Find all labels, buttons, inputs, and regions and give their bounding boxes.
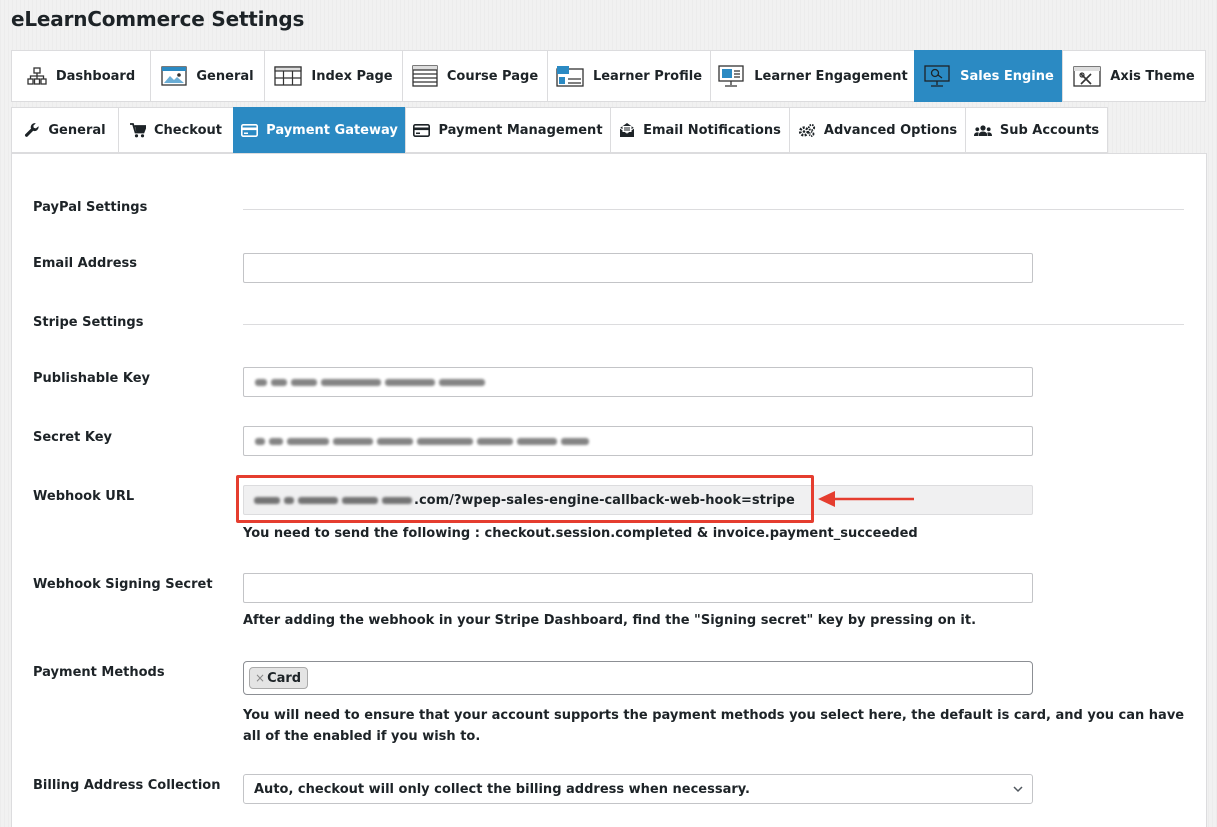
secret-key-redacted (255, 426, 589, 456)
publishable-key-label: Publishable Key (33, 371, 151, 386)
tab-label: Course Page (446, 68, 539, 84)
tab-label: Dashboard (55, 68, 136, 84)
payment-methods-label: Payment Methods (33, 665, 165, 680)
tab-learner-engagement[interactable]: Learner Engagement (710, 50, 914, 102)
sub-tab-bar: General Checkout Payment Gateway Payment… (11, 107, 1108, 153)
secret-key-label: Secret Key (33, 430, 112, 445)
window-image-icon (161, 66, 188, 86)
theme-tools-icon (1073, 65, 1101, 87)
signing-secret-input[interactable] (243, 573, 1033, 603)
payment-method-tag-card: × Card (249, 667, 309, 689)
tab-dashboard[interactable]: Dashboard (11, 50, 150, 102)
wrench-icon (24, 122, 40, 138)
profile-layout-icon (556, 65, 584, 87)
webhook-url-label: Webhook URL (33, 489, 135, 504)
tab-label: Learner Profile (592, 68, 703, 84)
billing-address-value: Auto, checkout will only collect the bil… (254, 781, 750, 797)
subtab-payment-management[interactable]: Payment Management (405, 107, 610, 153)
credit-card-icon (413, 123, 431, 137)
tab-label: Advanced Options (823, 122, 958, 138)
main-tab-bar: Dashboard General Index Page Course Page… (11, 50, 1206, 102)
tab-course-page[interactable]: Course Page (402, 50, 547, 102)
highlight-box (236, 475, 814, 523)
tab-learner-profile[interactable]: Learner Profile (547, 50, 710, 102)
tab-label: Checkout (153, 122, 222, 138)
tab-label: Axis Theme (1110, 68, 1195, 84)
tab-general[interactable]: General (150, 50, 264, 102)
signing-secret-help-text: After adding the webhook in your Stripe … (243, 613, 977, 628)
divider (243, 324, 1184, 325)
cogs-icon (798, 123, 816, 137)
billing-address-label: Billing Address Collection (33, 778, 221, 793)
tab-label: General (196, 68, 254, 84)
tab-label: Index Page (311, 68, 393, 84)
envelope-open-icon (619, 122, 635, 138)
billing-address-select[interactable]: Auto, checkout will only collect the bil… (243, 774, 1033, 804)
tab-label: Payment Management (438, 122, 603, 138)
tab-label: Email Notifications (643, 122, 781, 138)
subtab-email-notifications[interactable]: Email Notifications (610, 107, 789, 153)
list-layout-icon (412, 65, 438, 87)
tab-label: Sub Accounts (999, 122, 1100, 138)
grid-layout-icon (274, 66, 303, 86)
subtab-checkout[interactable]: Checkout (118, 107, 233, 153)
sitemap-icon (27, 67, 47, 85)
remove-tag-icon[interactable]: × (255, 671, 265, 685)
signing-secret-label: Webhook Signing Secret (33, 577, 213, 592)
tab-label: Payment Gateway (266, 122, 398, 138)
subtab-general[interactable]: General (11, 107, 118, 153)
annotation-arrow-icon (818, 491, 914, 507)
stripe-settings-heading: Stripe Settings (33, 315, 144, 330)
payment-methods-select[interactable]: × Card (243, 661, 1033, 695)
tab-label: Learner Engagement (754, 68, 908, 84)
webhook-help-text: You need to send the following : checkou… (243, 526, 918, 541)
payment-methods-help-text: You will need to ensure that your accoun… (243, 708, 1185, 744)
chevron-down-icon (1013, 786, 1023, 793)
divider (243, 209, 1184, 210)
tab-index-page[interactable]: Index Page (264, 50, 402, 102)
subtab-sub-accounts[interactable]: Sub Accounts (965, 107, 1108, 153)
subtab-payment-gateway[interactable]: Payment Gateway (233, 107, 405, 153)
users-icon (973, 124, 992, 137)
cart-icon (129, 122, 146, 138)
tag-label: Card (267, 670, 302, 686)
email-address-label: Email Address (33, 256, 138, 271)
tab-axis-theme[interactable]: Axis Theme (1062, 50, 1206, 102)
presentation-icon (923, 65, 951, 87)
tab-sales-engine[interactable]: Sales Engine (914, 50, 1062, 102)
tab-label: Sales Engine (960, 68, 1054, 84)
credit-card-icon (241, 123, 259, 137)
subtab-advanced-options[interactable]: Advanced Options (789, 107, 965, 153)
email-address-input[interactable] (243, 253, 1033, 283)
publishable-key-redacted (255, 367, 485, 397)
paypal-settings-heading: PayPal Settings (33, 200, 148, 215)
monitor-icon (717, 65, 745, 87)
page-title: eLearnCommerce Settings (11, 7, 305, 31)
tab-label: General (48, 122, 106, 138)
